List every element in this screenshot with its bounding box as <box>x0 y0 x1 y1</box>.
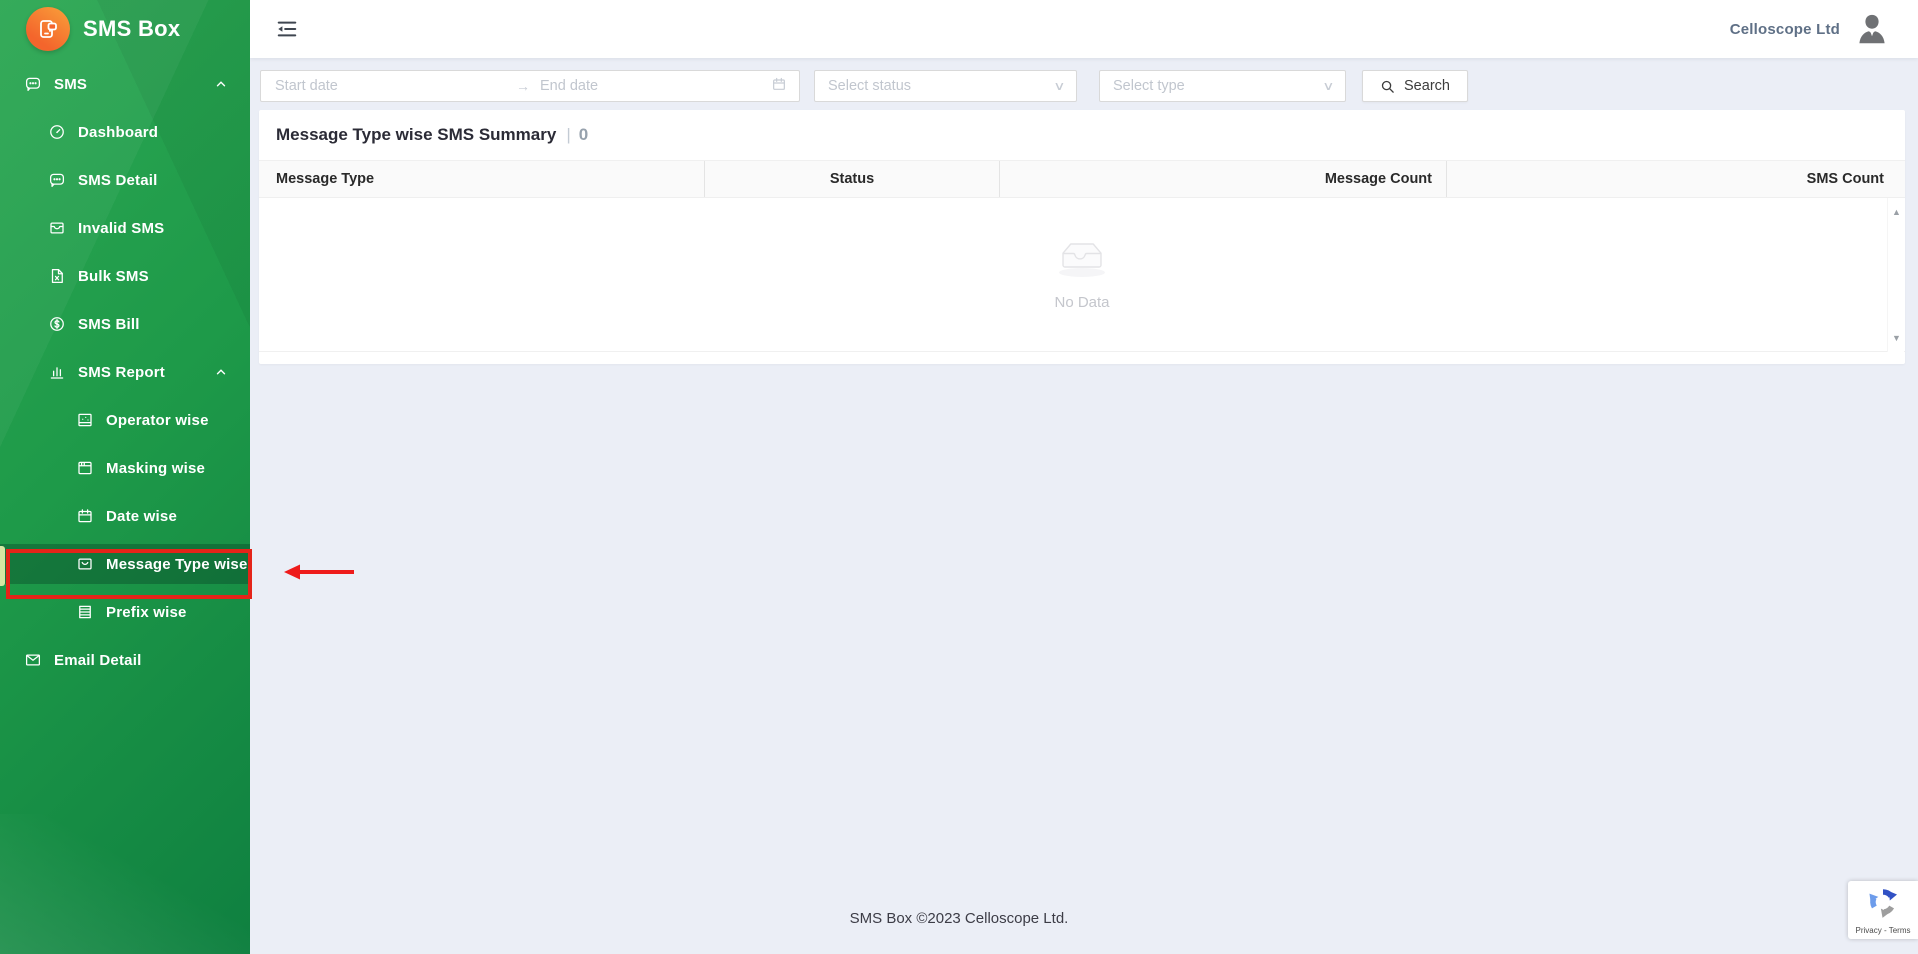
top-header: Celloscope Ltd <box>250 0 1918 58</box>
sidebar-group-sms[interactable]: SMS <box>0 64 250 104</box>
chevron-up-icon <box>214 77 228 91</box>
search-button[interactable]: Search <box>1362 70 1468 102</box>
sidebar-item-email-detail[interactable]: Email Detail <box>0 640 250 680</box>
calendar-icon <box>771 76 787 96</box>
sidebar-item-bulk-sms[interactable]: Bulk SMS <box>0 256 250 296</box>
sidebar-item-masking-wise[interactable]: Masking wise <box>0 448 250 488</box>
user-menu[interactable]: Celloscope Ltd <box>1730 11 1918 47</box>
sidebar-item-sms-detail[interactable]: SMS Detail <box>0 160 250 200</box>
main-content: Start date → End date Select status ∨ Se… <box>250 58 1918 954</box>
sidebar-item-label: SMS Detail <box>78 171 158 189</box>
mail-icon <box>24 651 42 669</box>
summary-count: 0 <box>578 125 589 144</box>
recaptcha-icon <box>1866 885 1900 924</box>
chevron-up-icon <box>214 365 228 379</box>
sidebar-item-label: Invalid SMS <box>78 219 165 237</box>
sidebar-item-dashboard[interactable]: Dashboard <box>0 112 250 152</box>
dollar-icon <box>48 315 66 333</box>
sidebar-item-date-wise[interactable]: Date wise <box>0 496 250 536</box>
table-scrollbar[interactable]: ▲ ▼ <box>1887 198 1904 352</box>
file-icon <box>48 267 66 285</box>
sidebar-item-label: Date wise <box>106 507 177 525</box>
sidebar-item-label: Prefix wise <box>106 603 187 621</box>
app-window: SMS Box SMS Dashboard SMS Detail Invalid… <box>0 0 1918 954</box>
sidebar-item-operator-wise[interactable]: Operator wise <box>0 400 250 440</box>
org-name: Celloscope Ltd <box>1729 20 1840 38</box>
user-avatar[interactable] <box>1854 11 1890 47</box>
summary-title-row: Message Type wise SMS Summary | 0 <box>259 110 1905 145</box>
scroll-up-icon[interactable]: ▲ <box>1888 204 1905 220</box>
sidebar-item-message-type-wise[interactable]: Message Type wise <box>0 544 250 584</box>
column-header-message-type: Message Type <box>259 161 705 197</box>
sidebar-item-label: SMS <box>54 75 88 93</box>
end-date-placeholder[interactable]: End date <box>540 78 771 94</box>
sidebar-item-label: Operator wise <box>106 411 209 429</box>
sidebar-scroll-indicator <box>0 546 5 586</box>
calendar-icon <box>76 507 94 525</box>
window-icon <box>76 459 94 477</box>
sidebar-item-prefix-wise[interactable]: Prefix wise <box>0 592 250 632</box>
sidebar-item-label: Message Type wise <box>106 555 248 573</box>
search-button-label: Search <box>1404 78 1450 94</box>
column-header-message-count: Message Count <box>1000 161 1447 197</box>
sidebar-item-label: Dashboard <box>78 123 159 141</box>
date-range-picker[interactable]: Start date → End date <box>260 70 800 102</box>
search-icon <box>1380 79 1395 94</box>
table-body: No Data <box>259 198 1905 352</box>
recaptcha-badge[interactable]: Privacy - Terms <box>1848 881 1918 939</box>
type-select-placeholder: Select type <box>1113 78 1185 94</box>
sidebar-nav: SMS Dashboard SMS Detail Invalid SMS Bul… <box>0 58 250 680</box>
bar-chart-icon <box>48 363 66 381</box>
sidebar-item-label: Bulk SMS <box>78 267 149 285</box>
start-date-placeholder[interactable]: Start date <box>275 78 506 94</box>
mail-open-icon <box>76 555 94 573</box>
app-title: SMS Box <box>83 16 181 41</box>
inbox-icon <box>48 219 66 237</box>
sidebar-item-label: SMS Bill <box>78 315 140 333</box>
summary-title: Message Type wise SMS Summary <box>276 125 557 144</box>
status-select[interactable]: Select status ∨ <box>814 70 1077 102</box>
chart-box-icon <box>76 411 94 429</box>
scroll-down-icon[interactable]: ▼ <box>1888 330 1905 346</box>
chevron-down-icon: ∨ <box>1053 79 1066 93</box>
dashboard-icon <box>48 123 66 141</box>
sidebar: SMS Box SMS Dashboard SMS Detail Invalid… <box>0 0 250 954</box>
column-header-sms-count: SMS Count <box>1806 171 1884 187</box>
app-logo-icon <box>26 7 70 51</box>
list-icon <box>76 603 94 621</box>
sidebar-item-label: Masking wise <box>106 459 206 477</box>
chat-icon <box>24 75 42 93</box>
empty-state-label: No Data <box>1054 294 1110 311</box>
sidebar-item-invalid-sms[interactable]: Invalid SMS <box>0 208 250 248</box>
type-select[interactable]: Select type ∨ <box>1099 70 1346 102</box>
summary-separator: | <box>566 125 571 144</box>
sidebar-group-sms-report[interactable]: SMS Report <box>0 352 250 392</box>
range-arrow-icon: → <box>516 78 530 94</box>
summary-card: Message Type wise SMS Summary | 0 Messag… <box>259 110 1905 364</box>
table-header-row: Message Type Status Message Count SMS Co… <box>259 160 1905 198</box>
footer-copyright: SMS Box ©2023 Celloscope Ltd. <box>849 910 1069 927</box>
empty-box-icon <box>1050 238 1114 284</box>
status-select-placeholder: Select status <box>828 78 912 94</box>
sidebar-pattern <box>0 814 250 954</box>
sidebar-item-label: SMS Report <box>78 363 166 381</box>
chat-icon <box>48 171 66 189</box>
sidebar-item-sms-bill[interactable]: SMS Bill <box>0 304 250 344</box>
logo[interactable]: SMS Box <box>0 0 250 58</box>
menu-fold-icon[interactable] <box>274 16 300 42</box>
filter-bar: Start date → End date Select status ∨ Se… <box>260 70 1468 102</box>
chevron-down-icon: ∨ <box>1322 79 1335 93</box>
recaptcha-label[interactable]: Privacy - Terms <box>1856 926 1911 935</box>
sidebar-item-label: Email Detail <box>54 651 142 669</box>
column-header-status: Status <box>705 161 1000 197</box>
